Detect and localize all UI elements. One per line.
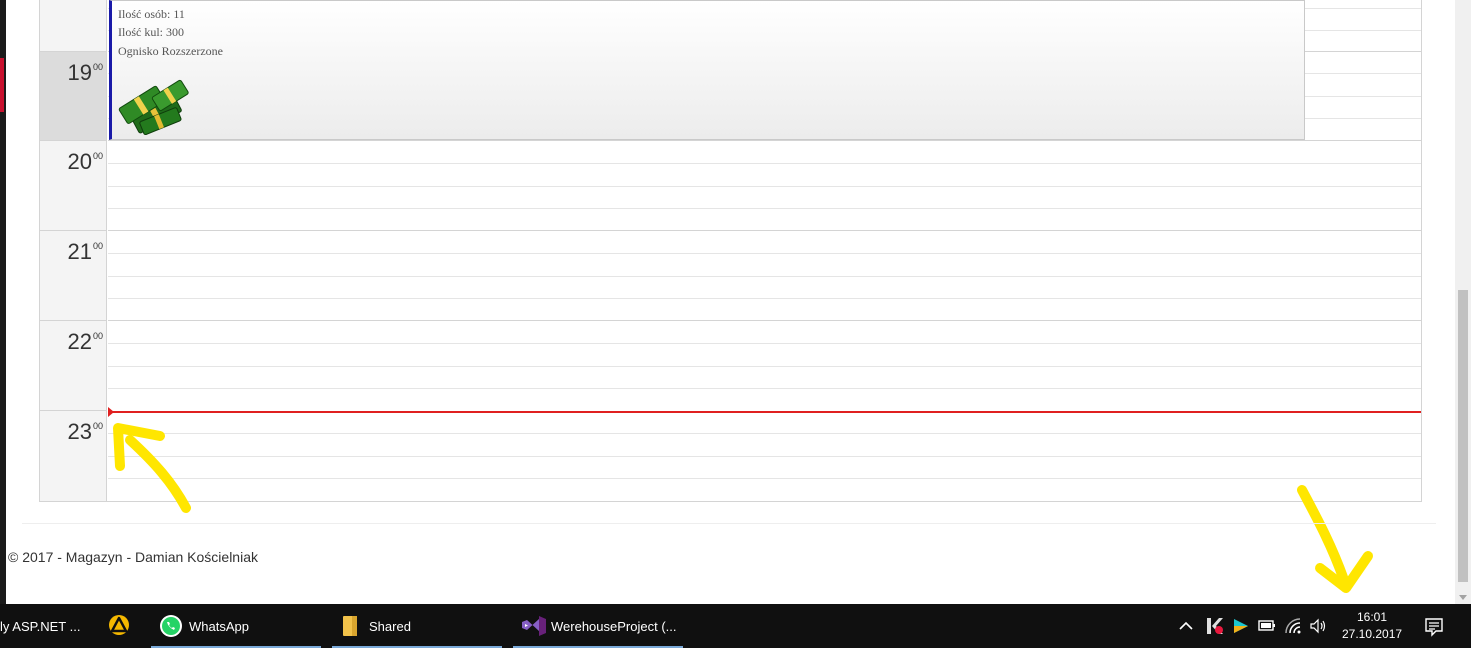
slot-line[interactable]	[108, 253, 1421, 254]
scroll-down-arrow-icon[interactable]	[1459, 595, 1467, 600]
taskbar-item-visual-studio[interactable]: WerehouseProject (...	[513, 604, 683, 648]
slot-line[interactable]	[108, 433, 1421, 434]
kaspersky-icon[interactable]	[1204, 616, 1224, 636]
slot-line[interactable]	[108, 276, 1421, 277]
volume-icon[interactable]	[1309, 617, 1329, 635]
slot-line[interactable]	[108, 388, 1421, 389]
action-center-icon[interactable]	[1424, 617, 1444, 637]
hour-label-23: 2300	[67, 419, 104, 444]
event-people-count: Ilość osób: 11	[118, 7, 185, 21]
hour-cell-22: 2200	[40, 321, 107, 411]
media-app-icon[interactable]	[1232, 617, 1250, 635]
current-time-marker	[108, 407, 114, 417]
slot-line[interactable]	[108, 320, 1421, 321]
hour-cell-21: 2100	[40, 231, 107, 321]
show-hidden-icons-chevron-icon[interactable]	[1178, 619, 1194, 633]
hour-cell-20: 2000	[40, 141, 107, 231]
whatsapp-icon	[160, 615, 182, 637]
warning-triangle-app-icon	[109, 615, 129, 635]
left-accent	[0, 58, 4, 112]
current-time-line	[108, 411, 1421, 413]
slot-line[interactable]	[108, 343, 1421, 344]
hour-label-20: 2000	[67, 149, 104, 174]
taskbar-item-label: Shared	[369, 619, 411, 634]
taskbar-item-aspnet[interactable]: ly ASP.NET ...	[0, 604, 90, 648]
visual-studio-icon	[522, 616, 546, 636]
money-stack-icon	[118, 79, 189, 135]
slot-line[interactable]	[108, 366, 1421, 367]
footer-copyright: © 2017 - Magazyn - Damian Kościelniak	[8, 549, 258, 565]
hour-label-21: 2100	[67, 239, 104, 264]
slot-line[interactable]	[108, 456, 1421, 457]
taskbar-item-app[interactable]	[100, 604, 140, 648]
calendar-event[interactable]: Ilość osób: 11 Ilość kul: 300 Ognisko Ro…	[109, 0, 1305, 140]
vertical-scrollbar[interactable]	[1455, 0, 1471, 604]
slot-line[interactable]	[108, 478, 1421, 479]
event-package-name: Ognisko Rozszerzone	[118, 44, 223, 58]
event-balls-count: Ilość kul: 300	[118, 25, 184, 39]
hour-cell-18	[40, 0, 107, 52]
hour-cell-23: 2300	[40, 411, 107, 501]
day-calendar: 1900 2000 2100 2200 2300 Ilość osób: 11 …	[39, 0, 1422, 502]
taskbar-item-label: ly ASP.NET ...	[0, 619, 81, 634]
hour-cell-19: 1900	[40, 52, 107, 141]
annotation-arrow-up-icon	[113, 423, 191, 513]
footer-divider	[22, 523, 1436, 524]
taskbar-item-label: WerehouseProject (...	[551, 619, 677, 634]
slot-line[interactable]	[108, 230, 1421, 231]
windows-taskbar: ly ASP.NET ... WhatsApp Shared Werehouse…	[0, 604, 1471, 648]
clock-date[interactable]: 27.10.2017	[1342, 627, 1402, 641]
taskbar-item-label: WhatsApp	[189, 619, 249, 634]
hour-label-22: 2200	[67, 329, 104, 354]
slot-line[interactable]	[108, 298, 1421, 299]
taskbar-item-whatsapp[interactable]: WhatsApp	[151, 604, 321, 648]
browser-viewport: 1900 2000 2100 2200 2300 Ilość osób: 11 …	[6, 0, 1455, 604]
scrollbar-thumb[interactable]	[1458, 290, 1468, 582]
annotation-arrow-down-icon	[1297, 485, 1373, 593]
slot-line[interactable]	[108, 140, 1421, 141]
slot-line[interactable]	[108, 208, 1421, 209]
slot-line[interactable]	[108, 186, 1421, 187]
wifi-icon[interactable]	[1284, 617, 1302, 635]
slot-line[interactable]	[108, 163, 1421, 164]
folder-icon	[343, 616, 357, 636]
hour-label-19: 1900	[67, 60, 104, 85]
taskbar-item-shared[interactable]: Shared	[332, 604, 502, 648]
clock-time[interactable]: 16:01	[1357, 610, 1387, 624]
battery-icon[interactable]	[1258, 619, 1276, 633]
